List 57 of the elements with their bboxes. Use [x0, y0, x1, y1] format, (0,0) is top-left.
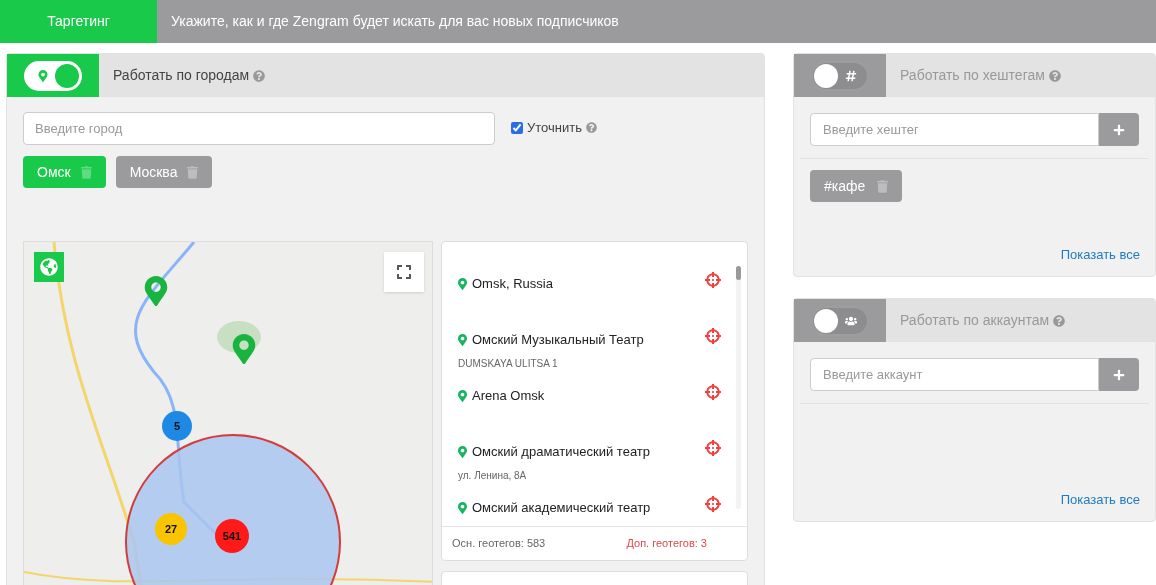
- location-pin-icon: [458, 333, 467, 346]
- map-pin-icon: [37, 69, 49, 82]
- add-button[interactable]: [1099, 358, 1139, 391]
- scrollbar-thumb[interactable]: [736, 266, 741, 280]
- input-field[interactable]: Введите хештег: [810, 113, 1099, 146]
- header-subtitle: Укажите, как и где Zengram будет искать для вас новых подписчиков: [170, 12, 619, 31]
- toggle-icon: [845, 69, 857, 82]
- place-name[interactable]: Омский Музыкальный Театр: [472, 330, 644, 350]
- add-button[interactable]: [1099, 113, 1139, 146]
- fullscreen-button[interactable]: [384, 252, 424, 292]
- crosshair-icon[interactable]: [705, 272, 721, 288]
- location-pin-icon: [458, 277, 467, 290]
- city-input[interactable]: Введите город: [23, 112, 495, 145]
- place-name[interactable]: Omsk, Russia: [472, 274, 553, 294]
- city-tag[interactable]: Москва: [115, 156, 213, 188]
- input-field[interactable]: Введите аккаунт: [810, 358, 1099, 391]
- map-pin-icon: [144, 276, 168, 306]
- location-pin-icon: [458, 389, 467, 402]
- crosshair-icon[interactable]: [705, 440, 721, 456]
- globe-button[interactable]: [34, 252, 64, 282]
- crosshair-icon[interactable]: [705, 496, 721, 512]
- plus-icon: [1113, 368, 1125, 381]
- crosshair-icon[interactable]: [705, 384, 721, 400]
- cluster-marker[interactable]: 5: [162, 411, 192, 441]
- place-address: DUMSKAYA ULITSA 1: [458, 356, 559, 371]
- tag-label: Москва: [129, 162, 178, 182]
- place-name[interactable]: Омский драматический театр: [472, 442, 650, 462]
- section-title: Работать по хештегам: [900, 66, 1045, 85]
- place-address: ул. Ленина, 8А: [458, 468, 528, 483]
- main-geotag-count: Осн. геотегов: 583: [452, 536, 546, 552]
- globe-icon: [40, 258, 58, 276]
- crosshair-icon[interactable]: [705, 328, 721, 344]
- trash-icon[interactable]: [877, 179, 889, 193]
- plus-icon: [1113, 123, 1125, 136]
- section-title: Работать по аккаунтам: [900, 311, 1050, 330]
- tag-label: #кафе: [824, 176, 866, 196]
- map-pin-icon: [232, 334, 256, 364]
- refine-checkbox[interactable]: [511, 121, 523, 134]
- fullscreen-icon: [396, 264, 412, 280]
- toggle-icon: [845, 314, 857, 327]
- extra-geotag-count: Доп. геотегов: 3: [626, 536, 707, 552]
- show-all-link[interactable]: Показать все: [1060, 244, 1140, 264]
- section-title: Работать по городам: [113, 66, 250, 85]
- place-name[interactable]: Омский академический театр: [472, 498, 651, 518]
- place-name[interactable]: Arena Omsk: [472, 386, 545, 406]
- tag-label: Омск: [37, 162, 71, 182]
- hashtag-tag[interactable]: #кафе: [810, 170, 903, 202]
- location-pin-icon: [458, 445, 467, 458]
- help-icon[interactable]: [1053, 314, 1066, 327]
- trash-icon[interactable]: [187, 165, 199, 179]
- help-icon[interactable]: [253, 69, 266, 82]
- refine-label: Уточнить: [527, 118, 582, 137]
- help-icon[interactable]: [1048, 69, 1061, 82]
- help-icon[interactable]: [585, 122, 597, 133]
- map-view[interactable]: 5 27 541: [23, 241, 433, 585]
- show-all-link[interactable]: Показать все: [1060, 489, 1140, 509]
- location-pin-icon: [458, 501, 467, 514]
